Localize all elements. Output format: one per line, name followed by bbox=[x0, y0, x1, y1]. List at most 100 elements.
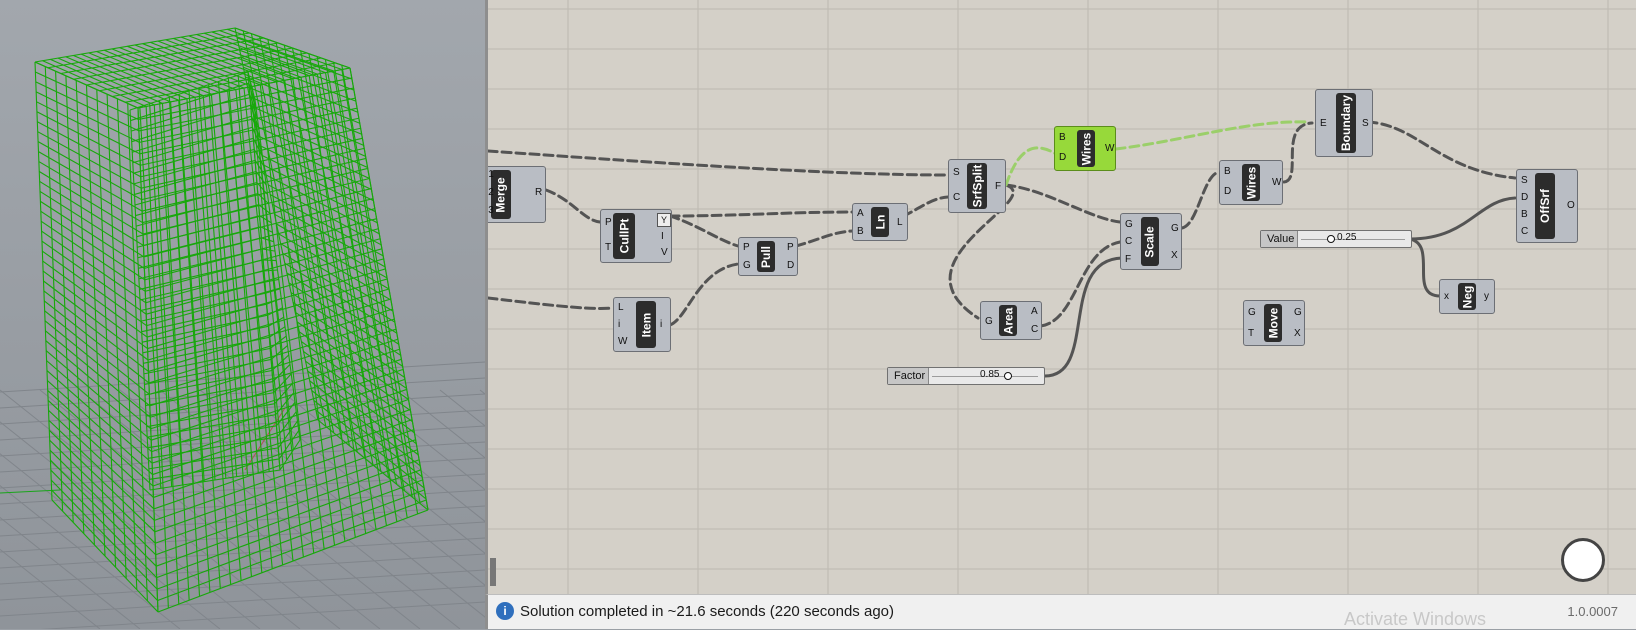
navigation-compass-icon[interactable] bbox=[1561, 538, 1605, 582]
component-merge[interactable]: MergeD1 D2 D3 R bbox=[488, 166, 546, 223]
component-boundary-name: Boundary bbox=[1336, 93, 1356, 153]
input-port-ln-0[interactable]: A bbox=[857, 208, 864, 219]
input-port-wires2-0[interactable]: B bbox=[1224, 166, 1231, 177]
input-port-area-0[interactable]: G bbox=[985, 316, 993, 327]
input-port-offsrf-1[interactable]: D bbox=[1521, 192, 1528, 203]
input-port-pull-0[interactable]: P bbox=[743, 242, 750, 253]
output-port-pull-1[interactable]: D bbox=[787, 260, 794, 271]
component-neg[interactable]: Neg x y bbox=[1439, 279, 1495, 314]
component-boundary[interactable]: Boundary E S bbox=[1315, 89, 1373, 157]
component-wires2[interactable]: Wires B D W bbox=[1219, 160, 1283, 205]
component-wires_green-name: Wires bbox=[1077, 130, 1095, 167]
wire-srfsplit-wires bbox=[1004, 146, 1058, 187]
input-port-merge-1[interactable]: D2 bbox=[488, 187, 494, 198]
output-port-boundary-0[interactable]: S bbox=[1362, 118, 1369, 129]
input-port-merge-2[interactable]: D3 bbox=[488, 205, 494, 216]
component-area[interactable]: Area G A C bbox=[980, 301, 1042, 340]
wire-value-offsrf bbox=[1408, 196, 1517, 241]
wire-merge-cullpt bbox=[544, 188, 602, 224]
input-port-move-0[interactable]: G bbox=[1248, 307, 1256, 318]
wire-in-item-l bbox=[488, 296, 615, 310]
input-port-item-1[interactable]: i bbox=[618, 319, 620, 330]
input-port-offsrf-0[interactable]: S bbox=[1521, 175, 1528, 186]
input-port-move-1[interactable]: T bbox=[1248, 328, 1254, 339]
rhino-viewport[interactable] bbox=[0, 0, 485, 629]
output-port-cullpt-2[interactable]: V bbox=[661, 247, 668, 258]
output-port-ln-0[interactable]: L bbox=[897, 217, 903, 228]
output-port-pull-0[interactable]: P bbox=[787, 242, 794, 253]
canvas-scroll-handle[interactable] bbox=[490, 558, 496, 586]
slider-factor-value: 0.85 bbox=[980, 369, 1000, 380]
output-port-neg-0[interactable]: y bbox=[1484, 291, 1489, 302]
wire-in-srfsplit-s bbox=[488, 149, 950, 177]
component-ln[interactable]: Ln A B L bbox=[852, 203, 908, 241]
component-scale[interactable]: Scale G C F G X bbox=[1120, 213, 1182, 270]
output-port-wires_green-0[interactable]: W bbox=[1105, 143, 1114, 154]
output-port-srfsplit-0[interactable]: F bbox=[995, 181, 1001, 192]
grasshopper-canvas[interactable]: MergeD1D2D3RCullPtPTPIVYItemLiWiPullPGPD… bbox=[485, 0, 1636, 594]
output-port-item-0[interactable]: i bbox=[660, 319, 662, 330]
viewport-geometry bbox=[0, 27, 485, 629]
component-item-label: Item bbox=[639, 312, 653, 337]
input-port-boundary-0[interactable]: E bbox=[1320, 118, 1327, 129]
output-port-area-1[interactable]: C bbox=[1031, 324, 1038, 335]
input-port-srfsplit-0[interactable]: S bbox=[953, 167, 960, 178]
component-cullpt-label: CullPt bbox=[617, 218, 632, 254]
wire-pull-ln-b bbox=[794, 229, 854, 248]
output-port-cullpt-1[interactable]: I bbox=[661, 231, 664, 242]
input-port-srfsplit-1[interactable]: C bbox=[953, 192, 960, 203]
component-offsrf[interactable]: OffSrf S D B C O bbox=[1516, 169, 1578, 243]
input-port-ln-1[interactable]: B bbox=[857, 226, 864, 237]
component-pull-label: Pull bbox=[759, 245, 774, 268]
input-port-offsrf-3[interactable]: C bbox=[1521, 226, 1528, 237]
component-move-name: Move bbox=[1264, 304, 1282, 342]
input-port-cullpt-1[interactable]: T bbox=[605, 242, 611, 253]
slider-value[interactable]: Value 0.25 bbox=[1260, 230, 1412, 248]
component-ln-label: Ln bbox=[872, 214, 887, 230]
input-port-wires_green-1[interactable]: D bbox=[1059, 152, 1066, 163]
input-port-wires_green-0[interactable]: B bbox=[1059, 132, 1066, 143]
component-merge-label: Merge bbox=[494, 176, 508, 213]
output-port-area-0[interactable]: A bbox=[1031, 306, 1038, 317]
slider-factor[interactable]: Factor 0.85 bbox=[887, 367, 1045, 385]
component-move[interactable]: Move G T G X bbox=[1243, 300, 1305, 346]
wire-scale-wires2 bbox=[1180, 170, 1221, 230]
component-area-name: Area bbox=[999, 305, 1017, 336]
slider-factor-label: Factor bbox=[888, 368, 929, 384]
input-port-scale-1[interactable]: C bbox=[1125, 236, 1132, 247]
input-port-scale-0[interactable]: G bbox=[1125, 219, 1133, 230]
component-item[interactable]: Item Li Wi bbox=[613, 297, 671, 352]
activation-watermark: Activate Windows bbox=[1343, 609, 1486, 629]
component-scale-label: Scale bbox=[1143, 225, 1158, 258]
output-port-wires2-0[interactable]: W bbox=[1272, 177, 1281, 188]
input-port-wires2-1[interactable]: D bbox=[1224, 186, 1231, 197]
component-srfsplit[interactable]: SrfSplit S C F bbox=[948, 159, 1006, 213]
output-port-merge-0[interactable]: R bbox=[535, 187, 542, 198]
component-wires_green[interactable]: Wires B D W bbox=[1054, 126, 1116, 171]
component-pull[interactable]: Pull P G P D bbox=[738, 237, 798, 276]
input-port-offsrf-2[interactable]: B bbox=[1521, 209, 1528, 220]
slider-value-knob[interactable] bbox=[1327, 235, 1335, 243]
output-port-scale-1[interactable]: X bbox=[1171, 250, 1178, 261]
component-neg-name: Neg bbox=[1458, 283, 1476, 310]
input-port-cullpt-0[interactable]: P bbox=[605, 217, 612, 228]
component-wires2-label: Wires bbox=[1244, 166, 1259, 199]
input-port-scale-2[interactable]: F bbox=[1125, 254, 1131, 265]
input-port-item-0[interactable]: L bbox=[618, 302, 624, 313]
input-port-item-2[interactable]: W bbox=[618, 336, 627, 347]
output-port-move-0[interactable]: G bbox=[1294, 307, 1302, 318]
component-cullpt[interactable]: CullPtPTPIVY bbox=[600, 209, 672, 263]
wire-cullpt-pull bbox=[668, 214, 740, 248]
version-label: 1.0.0007 bbox=[1567, 604, 1618, 619]
component-neg-label: Neg bbox=[1460, 285, 1475, 308]
input-port-merge-0[interactable]: D1 bbox=[488, 169, 494, 180]
input-port-neg-0[interactable]: x bbox=[1444, 291, 1449, 302]
input-port-pull-1[interactable]: G bbox=[743, 260, 751, 271]
output-port-scale-0[interactable]: G bbox=[1171, 223, 1179, 234]
slider-factor-knob[interactable] bbox=[1004, 372, 1012, 380]
output-port-offsrf-0[interactable]: O bbox=[1567, 200, 1575, 211]
component-area-label: Area bbox=[1001, 307, 1015, 334]
x-axis-line bbox=[0, 489, 61, 494]
component-cullpt-badge[interactable]: Y bbox=[657, 213, 671, 227]
output-port-move-1[interactable]: X bbox=[1294, 328, 1301, 339]
